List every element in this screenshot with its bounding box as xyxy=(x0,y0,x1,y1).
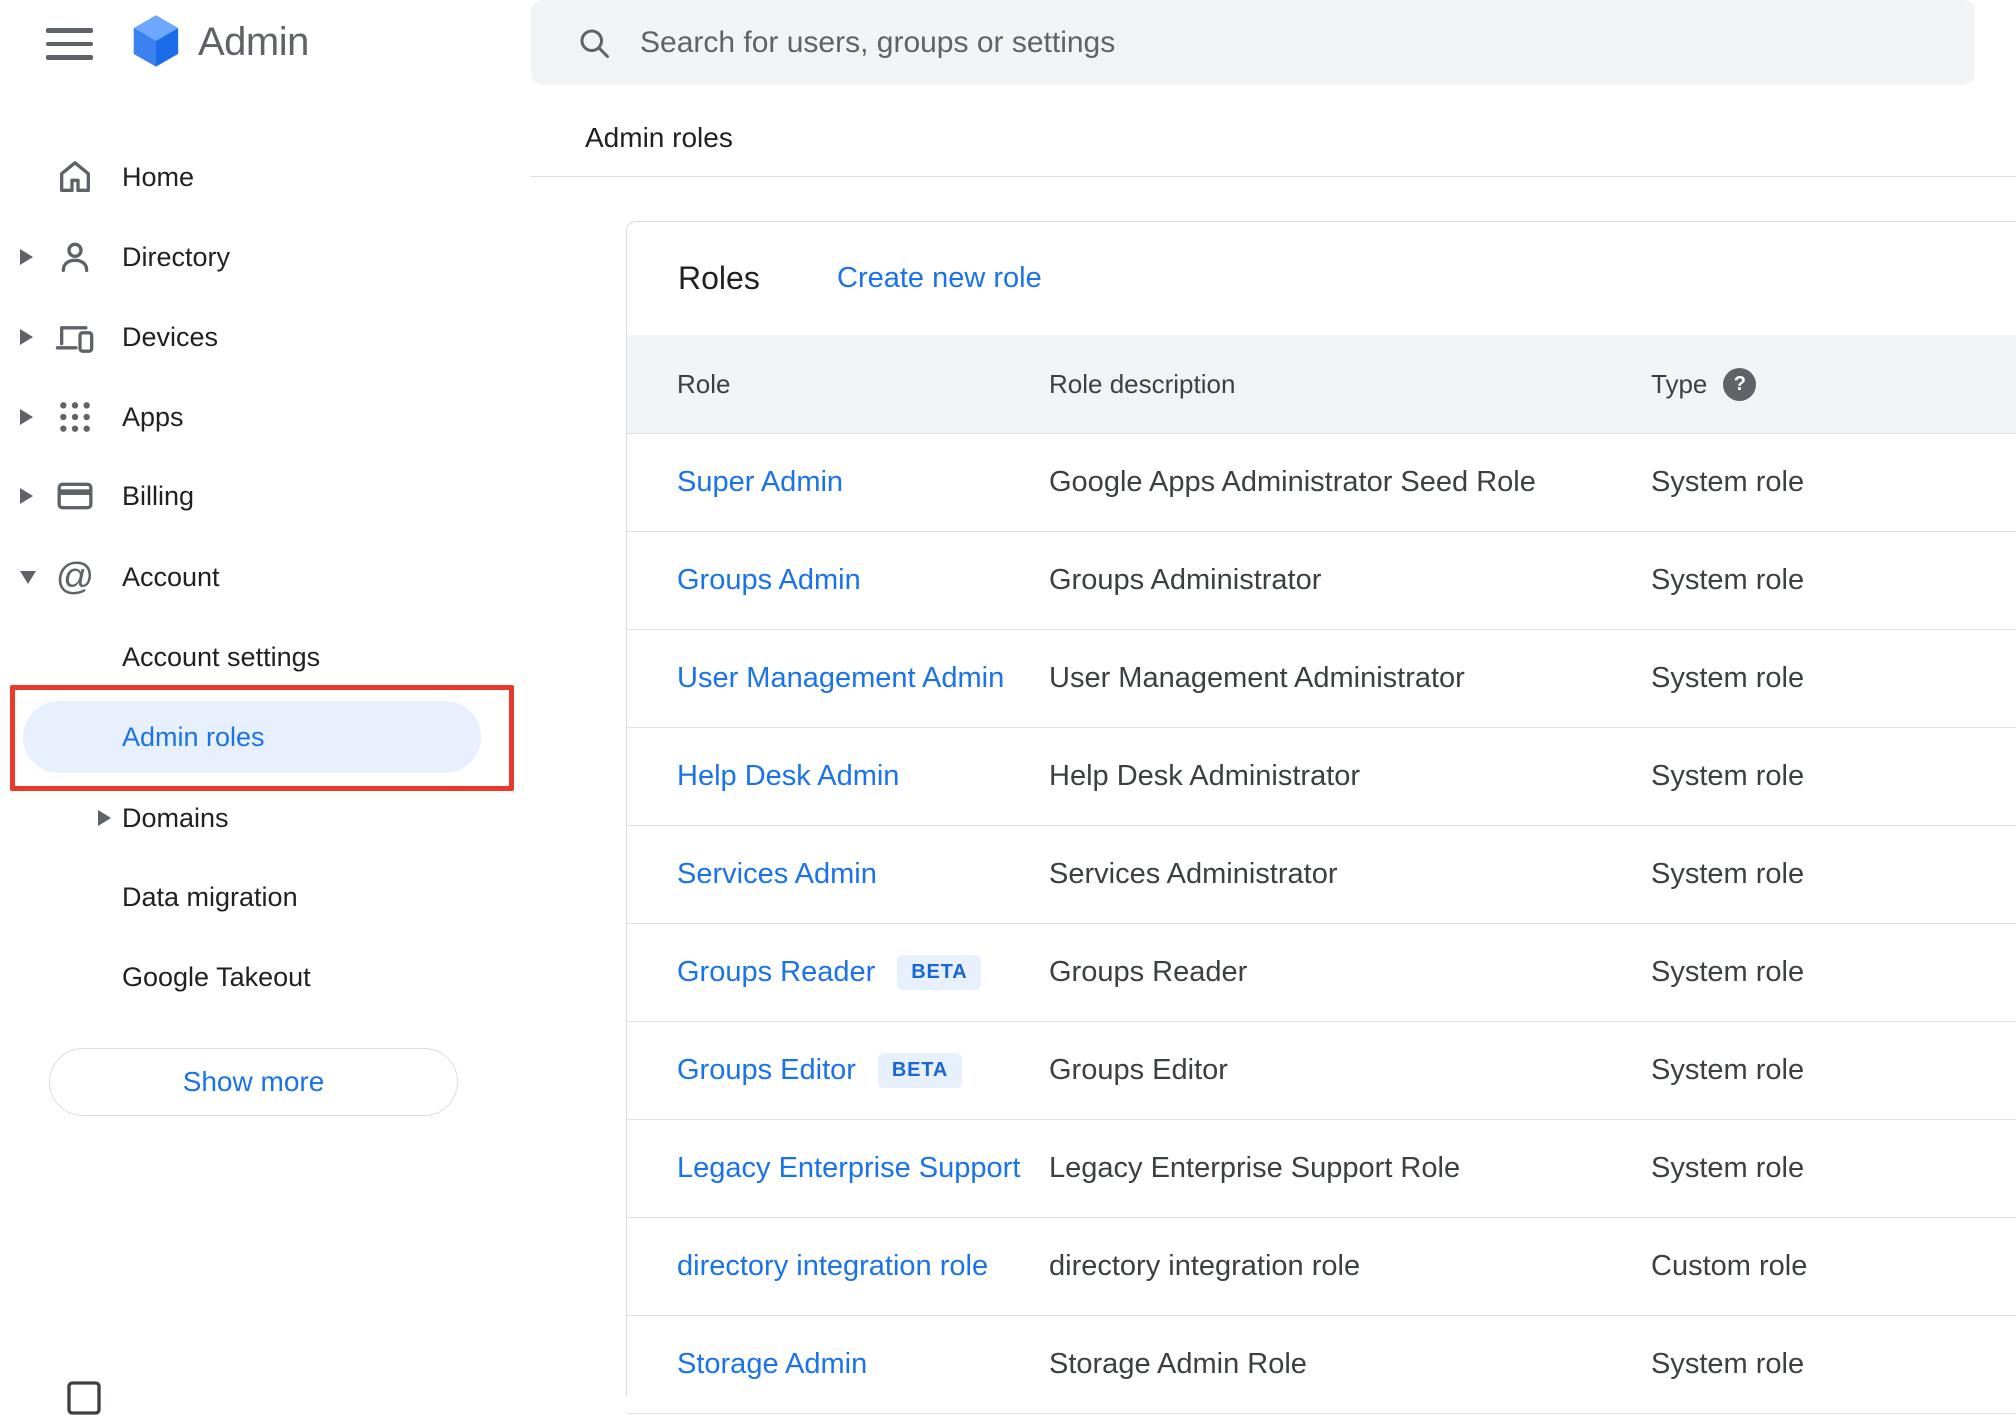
role-description: Storage Admin Role xyxy=(1049,1348,1307,1380)
breadcrumb: Admin roles xyxy=(585,122,733,153)
role-type: System role xyxy=(1651,564,1805,596)
role-type: Custom role xyxy=(1651,1250,1808,1282)
role-type: System role xyxy=(1651,1152,1805,1184)
role-type: System role xyxy=(1651,662,1805,694)
table-row: directory integration role directory int… xyxy=(627,1218,2016,1316)
expand-right-icon[interactable] xyxy=(20,329,33,345)
sidebar-item-domains[interactable]: Domains xyxy=(0,782,531,854)
role-type: System role xyxy=(1651,1348,1805,1380)
role-link[interactable]: User Management Admin xyxy=(677,662,1004,695)
search-bar[interactable] xyxy=(531,0,1975,85)
role-description: Groups Administrator xyxy=(1049,564,1322,596)
sidebar-item-account-settings[interactable]: Account settings xyxy=(0,621,531,693)
app-title: Admin xyxy=(198,19,309,64)
table-row: Services Admin Services Administrator Sy… xyxy=(627,826,2016,924)
table-row: Groups Reader BETA Groups Reader System … xyxy=(627,924,2016,1022)
table-row: User Management Admin User Management Ad… xyxy=(627,630,2016,728)
role-type: System role xyxy=(1651,760,1805,792)
role-link[interactable]: Groups Admin xyxy=(677,564,861,597)
role-type: System role xyxy=(1651,466,1805,498)
help-icon[interactable]: ? xyxy=(1723,367,1757,401)
sidebar-item-apps[interactable]: Apps xyxy=(0,381,531,453)
role-description: Groups Editor xyxy=(1049,1054,1228,1086)
role-description: Help Desk Administrator xyxy=(1049,760,1361,792)
table-row: Groups Admin Groups Administrator System… xyxy=(627,532,2016,630)
credit-card-icon xyxy=(53,474,97,518)
role-link[interactable]: Storage Admin xyxy=(677,1348,867,1381)
role-link[interactable]: Groups Editor xyxy=(677,1054,856,1087)
column-header-role: Role xyxy=(677,368,731,399)
role-description: Groups Reader xyxy=(1049,956,1248,988)
partial-bottom-icon xyxy=(67,1381,101,1415)
person-icon xyxy=(53,235,97,279)
table-row: Storage Admin Storage Admin Role System … xyxy=(627,1316,2016,1414)
table-row: Super Admin Google Apps Administrator Se… xyxy=(627,434,2016,532)
sidebar-item-billing[interactable]: Billing xyxy=(0,460,531,532)
at-icon: @ xyxy=(55,555,95,598)
table-row: Help Desk Admin Help Desk Administrator … xyxy=(627,728,2016,826)
role-link[interactable]: Services Admin xyxy=(677,858,877,891)
role-type: System role xyxy=(1651,858,1805,890)
create-new-role-link[interactable]: Create new role xyxy=(837,222,1042,335)
beta-badge: BETA xyxy=(897,955,982,990)
show-more-button[interactable]: Show more xyxy=(49,1048,458,1116)
sidebar-item-admin-roles[interactable]: Admin roles xyxy=(0,701,531,773)
google-admin-logo-icon xyxy=(133,15,179,67)
column-header-type: Type ? xyxy=(1651,335,1757,433)
role-description: Services Administrator xyxy=(1049,858,1338,890)
expand-down-icon[interactable] xyxy=(20,570,36,584)
sidebar-item-data-migration[interactable]: Data migration xyxy=(0,861,531,933)
role-link[interactable]: Groups Reader xyxy=(677,956,875,989)
sidebar-item-directory[interactable]: Directory xyxy=(0,221,531,293)
role-type: System role xyxy=(1651,956,1805,988)
column-header-description: Role description xyxy=(1049,368,1236,399)
table-row: Groups Editor BETA Groups Editor System … xyxy=(627,1022,2016,1120)
sidebar-item-home[interactable]: Home xyxy=(0,141,531,213)
search-input[interactable] xyxy=(640,25,1975,60)
page-title: Roles xyxy=(678,260,760,296)
sidebar-item-devices[interactable]: Devices xyxy=(0,301,531,373)
home-icon xyxy=(53,155,97,199)
sidebar-item-google-takeout[interactable]: Google Takeout xyxy=(0,941,531,1013)
role-link[interactable]: directory integration role xyxy=(677,1250,988,1283)
table-header: Role Role description Type ? xyxy=(627,335,2016,434)
role-description: Legacy Enterprise Support Role xyxy=(1049,1152,1461,1184)
table-row: Legacy Enterprise Support Legacy Enterpr… xyxy=(627,1120,2016,1218)
beta-badge: BETA xyxy=(877,1053,963,1088)
roles-card: Roles Create new role Role Role descript… xyxy=(626,221,2016,1414)
menu-icon[interactable] xyxy=(46,28,93,60)
sidebar-item-account[interactable]: @ Account xyxy=(0,541,531,613)
search-icon xyxy=(580,29,609,58)
expand-right-icon[interactable] xyxy=(20,488,33,504)
role-link[interactable]: Super Admin xyxy=(677,466,843,499)
apps-grid-icon xyxy=(53,395,97,439)
expand-right-icon[interactable] xyxy=(20,249,33,265)
role-description: User Management Administrator xyxy=(1049,662,1465,694)
devices-icon xyxy=(53,315,97,359)
role-link[interactable]: Help Desk Admin xyxy=(677,760,899,793)
role-link[interactable]: Legacy Enterprise Support xyxy=(677,1152,1020,1185)
header-divider xyxy=(531,176,2016,177)
role-description: Google Apps Administrator Seed Role xyxy=(1049,466,1536,498)
expand-right-icon[interactable] xyxy=(98,810,111,826)
role-description: directory integration role xyxy=(1049,1250,1361,1282)
card-header: Roles Create new role xyxy=(627,222,2016,335)
role-type: System role xyxy=(1651,1054,1805,1086)
expand-right-icon[interactable] xyxy=(20,409,33,425)
